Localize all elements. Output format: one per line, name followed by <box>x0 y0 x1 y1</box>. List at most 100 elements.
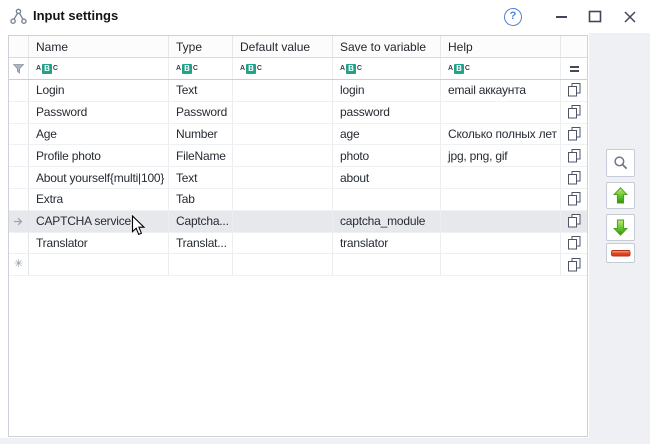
cell-default-value[interactable] <box>233 145 333 166</box>
minimize-button[interactable] <box>551 0 571 33</box>
cell-default-value[interactable] <box>233 211 333 232</box>
column-header-help[interactable]: Help <box>441 36 561 57</box>
search-button[interactable] <box>606 149 635 177</box>
cell-type[interactable]: Text <box>169 80 233 101</box>
remove-row-button[interactable] <box>606 243 635 263</box>
grid-new-row: ✳ <box>9 254 587 276</box>
cell-help[interactable]: Сколько полных лет <box>441 124 561 145</box>
help-button[interactable]: ? <box>503 0 523 33</box>
cell-name[interactable] <box>29 254 169 275</box>
row-indicator-header-cell <box>9 36 29 57</box>
filter-cell[interactable]: ABC <box>169 58 233 79</box>
copy-icon <box>568 236 581 250</box>
grid-header-row: NameTypeDefault valueSave to variableHel… <box>9 36 587 58</box>
row-indicator-cell <box>9 145 29 166</box>
cell-name[interactable]: About yourself{multi|100} <box>29 167 169 188</box>
cell-type[interactable]: Tab <box>169 189 233 210</box>
cell-variable[interactable]: age <box>333 124 441 145</box>
cell-type[interactable]: Captcha... <box>169 211 233 232</box>
maximize-button[interactable] <box>585 0 605 33</box>
text-filter-abc-icon[interactable]: ABC <box>340 64 362 74</box>
column-header-type[interactable]: Type <box>169 36 233 57</box>
grid-data-row: TranslatorTranslat... translator <box>9 233 587 255</box>
cell-name[interactable]: Profile photo <box>29 145 169 166</box>
filter-funnel-icon <box>13 64 24 74</box>
copy-button[interactable] <box>561 167 587 188</box>
move-up-button[interactable] <box>606 182 635 209</box>
grid-data-row: Profile photoFileName photojpg, png, gif <box>9 145 587 167</box>
text-filter-abc-icon[interactable]: ABC <box>36 64 58 74</box>
grid-filter-row: ABC ABC ABC ABC ABC <box>9 58 587 80</box>
copy-button[interactable] <box>561 233 587 254</box>
cell-default-value[interactable] <box>233 254 333 275</box>
column-header-name[interactable]: Name <box>29 36 169 57</box>
current-row-arrow-icon <box>13 216 24 227</box>
copy-button[interactable] <box>561 254 587 275</box>
cell-name[interactable]: Login <box>29 80 169 101</box>
cell-default-value[interactable] <box>233 189 333 210</box>
flow-nodes-icon <box>10 8 27 25</box>
cell-default-value[interactable] <box>233 167 333 188</box>
column-header-default-value[interactable]: Default value <box>233 36 333 57</box>
text-filter-abc-icon[interactable]: ABC <box>448 64 470 74</box>
cell-help[interactable] <box>441 211 561 232</box>
filter-cell[interactable]: ABC <box>333 58 441 79</box>
cell-help[interactable] <box>441 254 561 275</box>
copy-button[interactable] <box>561 189 587 210</box>
cell-type[interactable] <box>169 254 233 275</box>
cell-default-value[interactable] <box>233 233 333 254</box>
cell-variable[interactable]: about <box>333 167 441 188</box>
cell-type[interactable]: Text <box>169 167 233 188</box>
copy-icon <box>568 171 581 185</box>
cell-default-value[interactable] <box>233 124 333 145</box>
filter-cell[interactable]: ABC <box>441 58 561 79</box>
cell-variable[interactable]: photo <box>333 145 441 166</box>
column-header-save-to-variable[interactable]: Save to variable <box>333 36 441 57</box>
copy-icon <box>568 258 581 272</box>
cell-help[interactable] <box>441 233 561 254</box>
row-indicator-cell <box>9 233 29 254</box>
filter-equals-cell[interactable] <box>561 58 587 79</box>
cell-type[interactable]: FileName <box>169 145 233 166</box>
cell-variable[interactable]: translator <box>333 233 441 254</box>
cell-variable[interactable] <box>333 189 441 210</box>
text-filter-abc-icon[interactable]: ABC <box>176 64 198 74</box>
filter-cell[interactable]: ABC <box>29 58 169 79</box>
cell-type[interactable]: Number <box>169 124 233 145</box>
cell-type[interactable]: Translat... <box>169 233 233 254</box>
cell-name[interactable]: Age <box>29 124 169 145</box>
cell-name[interactable]: CAPTCHA service <box>29 211 169 232</box>
cell-variable[interactable]: captcha_module <box>333 211 441 232</box>
cell-help[interactable] <box>441 102 561 123</box>
copy-button[interactable] <box>561 102 587 123</box>
cell-help[interactable] <box>441 167 561 188</box>
grid-data-row: ExtraTab <box>9 189 587 211</box>
cell-default-value[interactable] <box>233 80 333 101</box>
cell-help[interactable]: email аккаунта <box>441 80 561 101</box>
equals-filter-icon[interactable] <box>570 64 579 74</box>
copy-button[interactable] <box>561 145 587 166</box>
cell-type[interactable]: Password <box>169 102 233 123</box>
cell-variable[interactable]: password <box>333 102 441 123</box>
cell-variable[interactable]: login <box>333 80 441 101</box>
input-settings-dialog: { "window": { "title": "Input settings",… <box>0 0 650 444</box>
copy-button[interactable] <box>561 211 587 232</box>
close-button[interactable] <box>619 0 641 33</box>
help-icon: ? <box>504 8 522 26</box>
row-indicator-cell: ✳ <box>9 254 29 275</box>
cell-name[interactable]: Translator <box>29 233 169 254</box>
copy-button[interactable] <box>561 80 587 101</box>
filter-cell[interactable]: ABC <box>233 58 333 79</box>
cell-help[interactable]: jpg, png, gif <box>441 145 561 166</box>
text-filter-abc-icon[interactable]: ABC <box>240 64 262 74</box>
cell-name[interactable]: Password <box>29 102 169 123</box>
cell-name[interactable]: Extra <box>29 189 169 210</box>
filter-funnel-cell[interactable] <box>9 58 29 79</box>
grid-data-row: PasswordPassword password <box>9 102 587 124</box>
cell-default-value[interactable] <box>233 102 333 123</box>
row-indicator-cell <box>9 167 29 188</box>
move-down-button[interactable] <box>606 214 635 241</box>
cell-variable[interactable] <box>333 254 441 275</box>
cell-help[interactable] <box>441 189 561 210</box>
copy-button[interactable] <box>561 124 587 145</box>
